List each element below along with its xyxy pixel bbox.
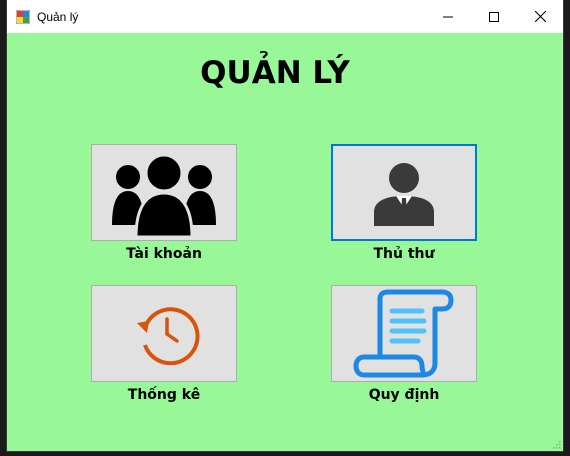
- librarian-button[interactable]: [331, 144, 477, 241]
- app-window-icon: [16, 10, 30, 24]
- accounts-button[interactable]: [91, 144, 237, 241]
- accounts-label: Tài khoản: [126, 246, 202, 262]
- maximize-icon: [489, 11, 499, 22]
- regulations-button[interactable]: [331, 285, 477, 382]
- minimize-icon: [443, 16, 453, 17]
- history-clock-icon: [137, 306, 200, 365]
- librarian-label: Thủ thư: [373, 246, 435, 262]
- regulations-label: Quy định: [368, 387, 440, 403]
- users-group-icon: [112, 153, 216, 238]
- scroll-document-icon: [353, 289, 454, 377]
- page-title: QUẢN LÝ: [200, 55, 350, 91]
- librarian-icon: [374, 162, 434, 226]
- title-bar[interactable]: Quản lý: [7, 0, 563, 33]
- main-panel: QUẢN LÝ Tài khoản Thủ thư Thống kê Quy đ…: [7, 33, 563, 451]
- minimize-button[interactable]: [425, 0, 471, 33]
- statistics-button[interactable]: [91, 285, 237, 382]
- app-window: Quản lý QUẢN LÝ Tài khoản Thủ thư Thống …: [7, 0, 563, 451]
- resize-grip-icon[interactable]: [551, 439, 561, 449]
- maximize-button[interactable]: [471, 0, 517, 33]
- window-title: Quản lý: [37, 10, 79, 24]
- statistics-label: Thống kê: [127, 387, 201, 403]
- close-button[interactable]: [517, 0, 563, 33]
- close-icon: [534, 11, 546, 22]
